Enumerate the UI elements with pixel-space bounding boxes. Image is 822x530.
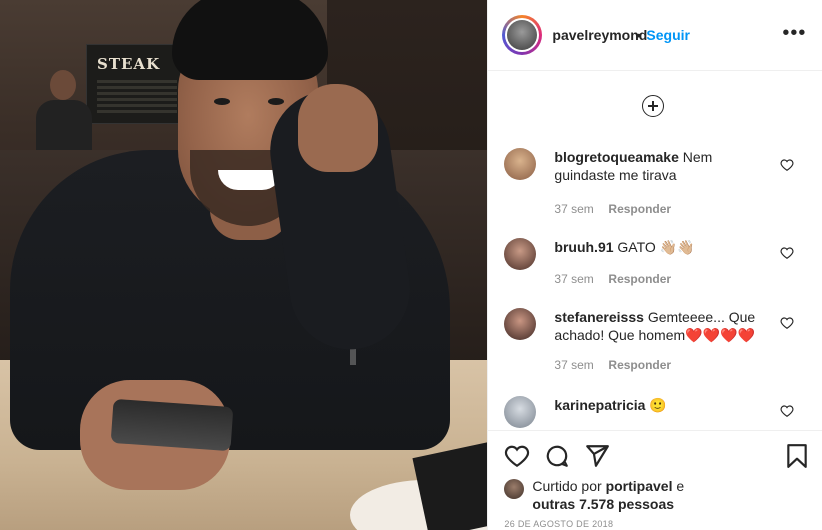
post-header: pavelreymond • Seguir ••• [488, 0, 822, 71]
commenter-avatar[interactable] [504, 148, 537, 180]
commenter-avatar[interactable] [504, 308, 537, 340]
add-circle-icon[interactable] [642, 95, 665, 117]
reply-button[interactable]: Responder [608, 358, 671, 372]
header-separator: • [636, 27, 642, 43]
reply-button[interactable]: Responder [608, 202, 671, 216]
follow-button[interactable]: Seguir [646, 27, 690, 43]
commenter-avatar[interactable] [504, 238, 537, 270]
heart-icon[interactable] [504, 443, 530, 469]
comment-time[interactable]: 37 sem [554, 272, 593, 286]
comment-username[interactable]: bruuh.91 [554, 239, 613, 255]
comment-body: GATO 👋🏼👋🏼 [617, 239, 695, 255]
commenter-avatar[interactable] [504, 396, 537, 428]
author-username[interactable]: pavelreymond [552, 27, 647, 43]
action-bar [488, 430, 822, 481]
comment-text: bruuh.91 GATO 👋🏼👋🏼 [554, 238, 764, 256]
comment-username[interactable]: blogretoqueamake [554, 149, 678, 165]
comment-text: karinepatricia 🙂 [554, 396, 764, 414]
heart-icon[interactable] [780, 316, 794, 330]
instagram-post: STEAK pavelreymond • Seguir ••• blogreto… [0, 0, 822, 530]
liker-avatar[interactable] [504, 479, 525, 499]
comment-username[interactable]: stefanereisss [554, 309, 644, 325]
author-avatar[interactable] [502, 15, 543, 55]
comment-icon[interactable] [544, 443, 570, 469]
more-icon[interactable]: ••• [782, 22, 806, 45]
heart-icon[interactable] [780, 158, 794, 172]
heart-icon[interactable] [780, 246, 794, 260]
person-eye-left [214, 98, 230, 105]
smartphone [110, 398, 234, 452]
restaurant-sign-text: STEAK [97, 55, 161, 73]
post-date[interactable]: 26 DE AGOSTO DE 2018 [504, 519, 613, 529]
post-panel: pavelreymond • Seguir ••• blogretoqueama… [487, 0, 822, 530]
comment-time[interactable]: 37 sem [554, 202, 593, 216]
share-icon[interactable] [584, 443, 610, 469]
liked-by-text: Curtido por portipavel e outras 7.578 pe… [532, 478, 685, 512]
post-photo[interactable]: STEAK [0, 0, 488, 530]
heart-icon[interactable] [780, 404, 794, 418]
comment-text: stefanereisss Gemteeee... Que achado! Qu… [554, 308, 764, 344]
comment-username[interactable]: karinepatricia [554, 397, 645, 413]
comment: blogretoqueamake Nem guindaste me tirava… [504, 148, 804, 218]
person-eye-right [268, 98, 284, 105]
comment-body: 🙂 [649, 397, 667, 413]
comment: karinepatricia 🙂 [504, 396, 804, 428]
reply-button[interactable]: Responder [608, 272, 671, 286]
person-fist [298, 84, 378, 172]
comment-time[interactable]: 37 sem [554, 358, 593, 372]
comment: stefanereisss Gemteeee... Que achado! Qu… [504, 308, 804, 378]
liker-username[interactable]: portipavel [606, 478, 673, 494]
person-hair [172, 0, 328, 80]
comment-text: blogretoqueamake Nem guindaste me tirava [554, 148, 764, 184]
comment: bruuh.91 GATO 👋🏼👋🏼 37 sem Responder [504, 238, 804, 290]
others-link[interactable]: outras 7.578 pessoas [532, 496, 674, 512]
bookmark-icon[interactable] [784, 443, 810, 469]
